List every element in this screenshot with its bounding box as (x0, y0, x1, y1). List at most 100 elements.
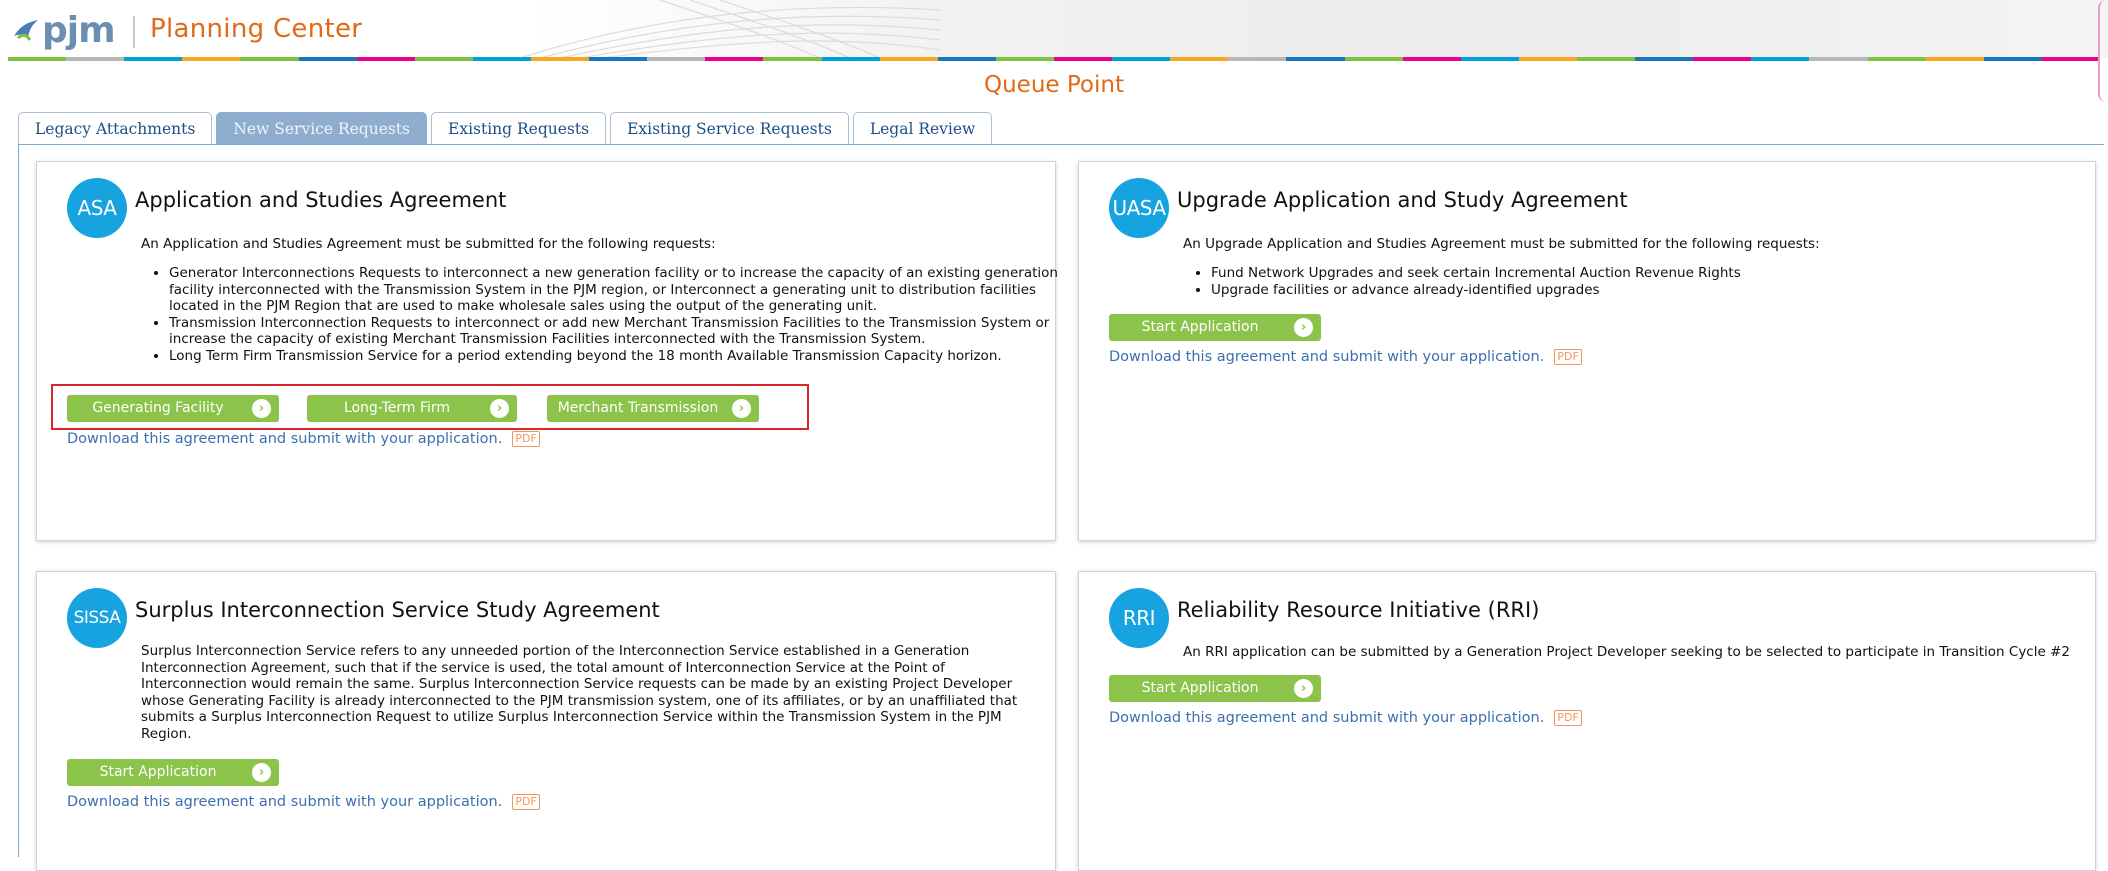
color-strip-segment (1809, 57, 1868, 61)
uasa-title: Upgrade Application and Study Agreement (1177, 188, 1628, 212)
color-strip-segment (124, 57, 183, 61)
color-strip-segment (1344, 57, 1403, 61)
color-strip-segment (66, 57, 125, 61)
list-item: Generator Interconnections Requests to i… (169, 265, 1089, 315)
asa-bullet-list: Generator Interconnections Requests to i… (147, 265, 1089, 364)
tab-new-service-requests[interactable]: New Service Requests (216, 112, 428, 144)
download-link-text: Download this agreement and submit with … (67, 431, 503, 447)
asa-download-link[interactable]: Download this agreement and submit with … (67, 431, 540, 447)
color-strip-segment (414, 57, 473, 61)
arrow-right-icon: › (1294, 318, 1313, 337)
color-strip-segment (1228, 57, 1287, 61)
tab-existing-service-requests[interactable]: Existing Service Requests (610, 112, 849, 144)
pdf-icon[interactable]: PDF (512, 794, 540, 810)
color-strip-segment (240, 57, 299, 61)
color-strip-segment (589, 57, 648, 61)
sissa-card: SISSA Surplus Interconnection Service St… (36, 571, 1056, 871)
asa-title: Application and Studies Agreement (135, 188, 507, 212)
rri-download-link[interactable]: Download this agreement and submit with … (1109, 710, 1582, 726)
sissa-start-application-button[interactable]: Start Application › (67, 759, 279, 786)
generating-facility-button[interactable]: Generating Facility › (67, 395, 279, 422)
button-label: Start Application (1141, 680, 1259, 696)
color-strip-segment (356, 57, 415, 61)
pjm-bird-icon (14, 20, 38, 41)
color-strip-segment (1867, 57, 1926, 61)
tab-existing-requests[interactable]: Existing Requests (431, 112, 607, 144)
button-label: Long-Term Firm (343, 400, 451, 416)
arrow-right-icon: › (732, 399, 751, 418)
color-strip-segment (182, 57, 241, 61)
color-strip-segment (472, 57, 531, 61)
pdf-icon[interactable]: PDF (1554, 710, 1582, 726)
button-label: Generating Facility (92, 400, 224, 416)
color-strip-segment (1983, 57, 2042, 61)
color-strip-segment (1112, 57, 1171, 61)
color-strip-segment (1402, 57, 1461, 61)
color-strip-segment (763, 57, 822, 61)
sissa-description: Surplus Interconnection Service refers t… (141, 643, 1018, 742)
asa-card: ASA Application and Studies Agreement An… (36, 161, 1058, 541)
list-item: Upgrade facilities or advance already-id… (1211, 282, 2108, 299)
color-strip-segment (1751, 57, 1810, 61)
uasa-bullet-list: Fund Network Upgrades and seek certain I… (1189, 265, 2108, 298)
pjm-logo[interactable]: pjm (12, 9, 116, 51)
color-strip-segment (937, 57, 996, 61)
sissa-title: Surplus Interconnection Service Study Ag… (135, 598, 660, 622)
color-strip-segment (1576, 57, 1636, 61)
sissa-badge: SISSA (67, 588, 127, 648)
uasa-intro: An Upgrade Application and Studies Agree… (1183, 236, 1820, 252)
uasa-download-link[interactable]: Download this agreement and submit with … (1109, 349, 1582, 365)
rri-card: RRI Reliability Resource Initiative (RRI… (1078, 571, 2096, 871)
tab-legal-review[interactable]: Legal Review (852, 112, 993, 144)
uasa-start-application-button[interactable]: Start Application › (1109, 314, 1321, 341)
rri-description: An RRI application can be submitted by a… (1183, 644, 2070, 660)
color-strip-segment (8, 57, 67, 61)
color-strip-segment (1693, 57, 1752, 61)
color-strip-segment (1925, 57, 1984, 61)
page-title: Queue Point (984, 72, 1124, 98)
arrow-right-icon: › (252, 399, 271, 418)
color-strip-segment (647, 57, 706, 61)
rri-badge: RRI (1109, 588, 1169, 648)
color-strip-segment (1170, 57, 1229, 61)
list-item: Long Term Firm Transmission Service for … (169, 348, 1089, 365)
pdf-icon[interactable]: PDF (1554, 349, 1582, 365)
long-term-firm-button[interactable]: Long-Term Firm › (307, 395, 517, 422)
logo-text: pjm (42, 9, 116, 51)
app-title: Planning Center (150, 14, 363, 44)
arrow-right-icon: › (1294, 679, 1313, 698)
rri-start-application-button[interactable]: Start Application › (1109, 675, 1321, 702)
button-label: Start Application (99, 764, 217, 780)
button-label: Merchant Transmission (557, 400, 719, 416)
color-strip-segment (1053, 57, 1113, 61)
arrow-right-icon: › (490, 399, 509, 418)
color-strip-segment (1460, 57, 1519, 61)
arrow-right-icon: › (252, 763, 271, 782)
download-link-text: Download this agreement and submit with … (1109, 710, 1545, 726)
color-strip-segment (879, 57, 938, 61)
header-divider (133, 16, 135, 48)
merchant-transmission-button[interactable]: Merchant Transmission › (547, 395, 759, 422)
header-swoosh-decoration (520, 0, 940, 58)
uasa-card: UASA Upgrade Application and Study Agree… (1078, 161, 2096, 541)
download-link-text: Download this agreement and submit with … (67, 794, 503, 810)
brand-color-strip (8, 57, 2100, 61)
asa-badge: ASA (67, 178, 127, 238)
rri-title: Reliability Resource Initiative (RRI) (1177, 598, 1540, 622)
sissa-download-link[interactable]: Download this agreement and submit with … (67, 794, 540, 810)
tab-bar: Legacy Attachments New Service Requests … (18, 112, 993, 145)
color-strip-segment (1635, 57, 1694, 61)
download-link-text: Download this agreement and submit with … (1109, 349, 1545, 365)
asa-intro: An Application and Studies Agreement mus… (141, 236, 716, 252)
app-header: pjm Planning Center (0, 0, 2108, 58)
button-label: Start Application (1141, 319, 1259, 335)
color-strip-segment (2041, 57, 2100, 61)
pdf-icon[interactable]: PDF (512, 431, 540, 447)
tab-legacy-attachments[interactable]: Legacy Attachments (18, 112, 213, 144)
color-strip-segment (1518, 57, 1577, 61)
color-strip-segment (530, 57, 590, 61)
color-strip-segment (1286, 57, 1345, 61)
list-item: Fund Network Upgrades and seek certain I… (1211, 265, 2108, 282)
color-strip-segment (705, 57, 764, 61)
color-strip-segment (821, 57, 880, 61)
